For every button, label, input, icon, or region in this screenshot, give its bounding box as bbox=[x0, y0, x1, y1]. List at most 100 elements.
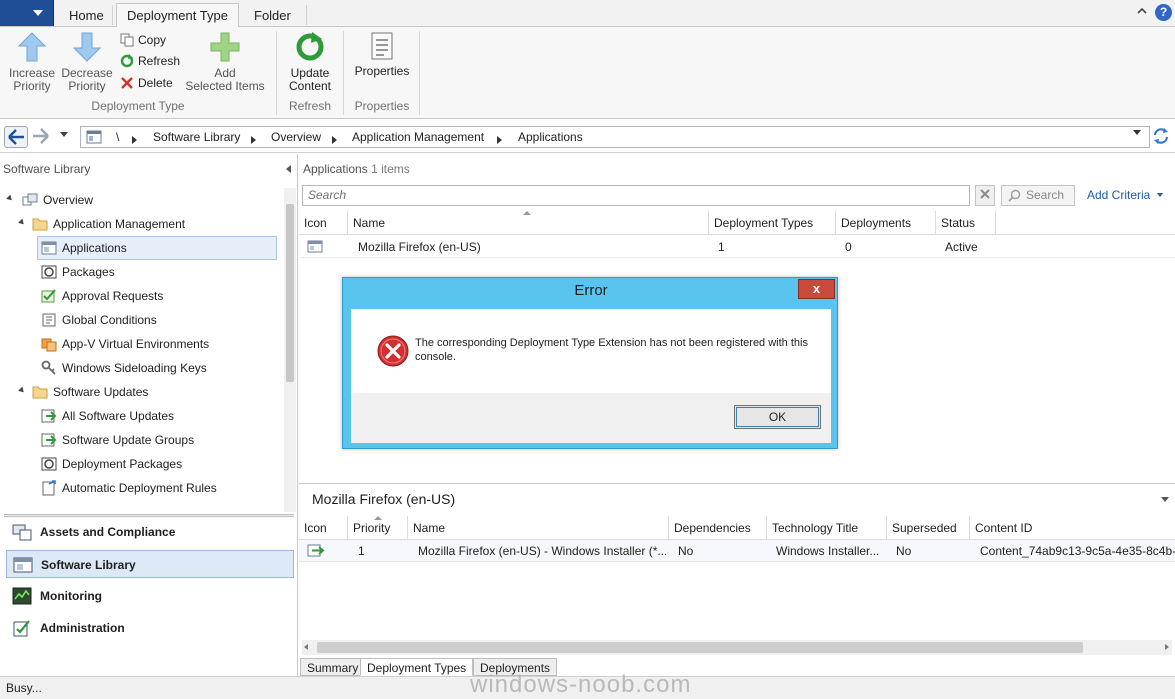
tab-home[interactable]: Home bbox=[58, 3, 115, 27]
column-header-deployments[interactable]: Deployments bbox=[836, 211, 936, 235]
column-header-icon[interactable]: Icon bbox=[299, 211, 348, 235]
breadcrumb-application-management[interactable]: Application Management bbox=[352, 130, 484, 144]
tree-item-software-update-groups[interactable]: Software Update Groups bbox=[41, 430, 194, 450]
folder-icon bbox=[32, 386, 48, 399]
collapse-pane-icon[interactable] bbox=[286, 165, 291, 173]
tree-item-deployment-packages[interactable]: Deployment Packages bbox=[41, 454, 182, 474]
ok-button[interactable]: OK bbox=[734, 405, 821, 429]
workspace-label: Assets and Compliance bbox=[40, 525, 176, 539]
tree-item-overview[interactable]: Overview bbox=[22, 190, 93, 210]
delete-label: Delete bbox=[138, 76, 173, 90]
tab-deployment-type[interactable]: Deployment Type bbox=[116, 3, 239, 28]
scroll-right-icon[interactable] bbox=[1165, 644, 1169, 650]
column-header-deployment-types[interactable]: Deployment Types bbox=[709, 211, 836, 235]
search-input[interactable]: Search bbox=[302, 185, 970, 206]
administration-icon bbox=[13, 620, 30, 637]
console-icon bbox=[86, 130, 102, 144]
delete-button[interactable]: Delete bbox=[120, 74, 173, 92]
breadcrumb-separator-icon[interactable] bbox=[251, 136, 256, 144]
pane-splitter[interactable] bbox=[4, 514, 294, 517]
properties-button[interactable]: Properties bbox=[350, 31, 414, 78]
column-header-name[interactable]: Name bbox=[408, 516, 669, 540]
copy-button[interactable]: Copy bbox=[120, 31, 166, 49]
tree-expand-icon[interactable] bbox=[18, 218, 26, 227]
tree-item-application-management[interactable]: Application Management bbox=[32, 214, 185, 234]
application-menu-button[interactable] bbox=[0, 0, 54, 26]
column-header-content-id[interactable]: Content ID bbox=[970, 516, 1175, 540]
breadcrumb-separator-icon[interactable] bbox=[332, 136, 337, 144]
breadcrumb-separator-icon[interactable] bbox=[132, 136, 137, 144]
approval-icon bbox=[41, 289, 56, 303]
tree-item-automatic-deployment-rules[interactable]: Automatic Deployment Rules bbox=[41, 478, 217, 498]
tree-item-applications[interactable]: Applications bbox=[37, 236, 277, 260]
workspace-administration[interactable]: Administration bbox=[6, 614, 294, 642]
tree-expand-icon[interactable] bbox=[6, 194, 14, 203]
group-label-refresh: Refresh bbox=[288, 99, 332, 113]
breadcrumb-applications[interactable]: Applications bbox=[518, 130, 583, 144]
tree-expand-icon[interactable] bbox=[18, 386, 26, 395]
status-text: Busy... bbox=[6, 681, 42, 695]
column-header-icon[interactable]: Icon bbox=[299, 516, 348, 540]
dialog-close-button[interactable]: x bbox=[798, 279, 835, 299]
column-header-technology-title[interactable]: Technology Title bbox=[767, 516, 887, 540]
workspace-monitoring[interactable]: Monitoring bbox=[6, 582, 294, 610]
tree-item-software-updates[interactable]: Software Updates bbox=[32, 382, 148, 402]
details-collapse-icon[interactable] bbox=[1161, 497, 1169, 502]
table-row[interactable]: Mozilla Firefox (en-US) 1 0 Active bbox=[299, 236, 1175, 258]
column-header-status[interactable]: Status bbox=[936, 211, 996, 235]
workspace-label: Software Library bbox=[41, 558, 136, 572]
workspace-software-library[interactable]: Software Library bbox=[6, 550, 294, 578]
breadcrumb-root[interactable]: \ bbox=[116, 130, 119, 144]
collapse-ribbon-icon[interactable] bbox=[1136, 5, 1148, 17]
navigation-scrollbar-thumb[interactable] bbox=[286, 204, 294, 382]
search-button[interactable]: Search bbox=[1001, 185, 1075, 206]
tree-item-all-software-updates[interactable]: All Software Updates bbox=[41, 406, 174, 426]
workspace-assets-and-compliance[interactable]: Assets and Compliance bbox=[6, 518, 294, 546]
application-icon bbox=[41, 241, 57, 255]
cell-deployments: 0 bbox=[845, 240, 852, 254]
cell-name: Mozilla Firefox (en-US) bbox=[358, 240, 481, 254]
clear-search-button[interactable] bbox=[975, 185, 995, 206]
add-criteria-button[interactable]: Add Criteria bbox=[1087, 188, 1163, 202]
properties-icon bbox=[371, 32, 393, 60]
back-button[interactable] bbox=[4, 126, 28, 148]
scroll-left-icon[interactable] bbox=[304, 644, 308, 650]
applications-grid-header: Icon Name Deployment Types Deployments S… bbox=[299, 211, 1175, 235]
key-icon bbox=[41, 360, 56, 375]
tab-deployment-types[interactable]: Deployment Types bbox=[360, 658, 474, 676]
help-icon[interactable]: ? bbox=[1155, 4, 1172, 21]
history-dropdown-icon[interactable] bbox=[60, 132, 68, 137]
search-button-label: Search bbox=[1026, 188, 1065, 202]
column-header-superseded[interactable]: Superseded bbox=[887, 516, 970, 540]
tab-folder[interactable]: Folder bbox=[243, 3, 302, 27]
tab-summary[interactable]: Summary bbox=[300, 658, 366, 676]
refresh-icon[interactable] bbox=[1152, 127, 1170, 145]
group-separator bbox=[276, 31, 277, 115]
column-header-dependencies[interactable]: Dependencies bbox=[669, 516, 767, 540]
forward-button[interactable] bbox=[30, 126, 54, 148]
tree-item-sideloading-keys[interactable]: Windows Sideloading Keys bbox=[41, 358, 207, 378]
tree-item-label: Deployment Packages bbox=[62, 457, 183, 471]
horizontal-scrollbar-thumb[interactable] bbox=[317, 642, 1083, 653]
breadcrumb-separator-icon[interactable] bbox=[497, 136, 502, 144]
copy-icon bbox=[120, 33, 134, 47]
breadcrumb-software-library[interactable]: Software Library bbox=[153, 130, 240, 144]
monitoring-icon bbox=[12, 587, 32, 605]
tree-item-packages[interactable]: Packages bbox=[41, 262, 115, 282]
decrease-priority-button[interactable]: Decrease Priority bbox=[59, 31, 115, 93]
tree-item-appv-environments[interactable]: App-V Virtual Environments bbox=[41, 334, 209, 354]
increase-priority-button[interactable]: Increase Priority bbox=[4, 31, 60, 93]
breadcrumb-overview[interactable]: Overview bbox=[271, 130, 321, 144]
details-splitter[interactable] bbox=[299, 483, 1175, 484]
add-selected-items-button[interactable]: Add Selected Items bbox=[182, 31, 268, 93]
update-content-button[interactable]: Update Content bbox=[282, 31, 338, 93]
package-icon bbox=[41, 457, 57, 471]
table-row[interactable]: 1 Mozilla Firefox (en-US) - Windows Inst… bbox=[299, 540, 1175, 562]
ribbon: Increase Priority Decrease Priority Copy… bbox=[0, 27, 1175, 119]
refresh-small-button[interactable]: Refresh bbox=[120, 52, 180, 70]
address-bar[interactable]: \ Software Library Overview Application … bbox=[80, 126, 1150, 148]
tree-item-approval-requests[interactable]: Approval Requests bbox=[41, 286, 163, 306]
tree-item-global-conditions[interactable]: Global Conditions bbox=[41, 310, 157, 330]
tab-separator bbox=[112, 5, 113, 25]
address-dropdown-icon[interactable] bbox=[1133, 130, 1141, 135]
